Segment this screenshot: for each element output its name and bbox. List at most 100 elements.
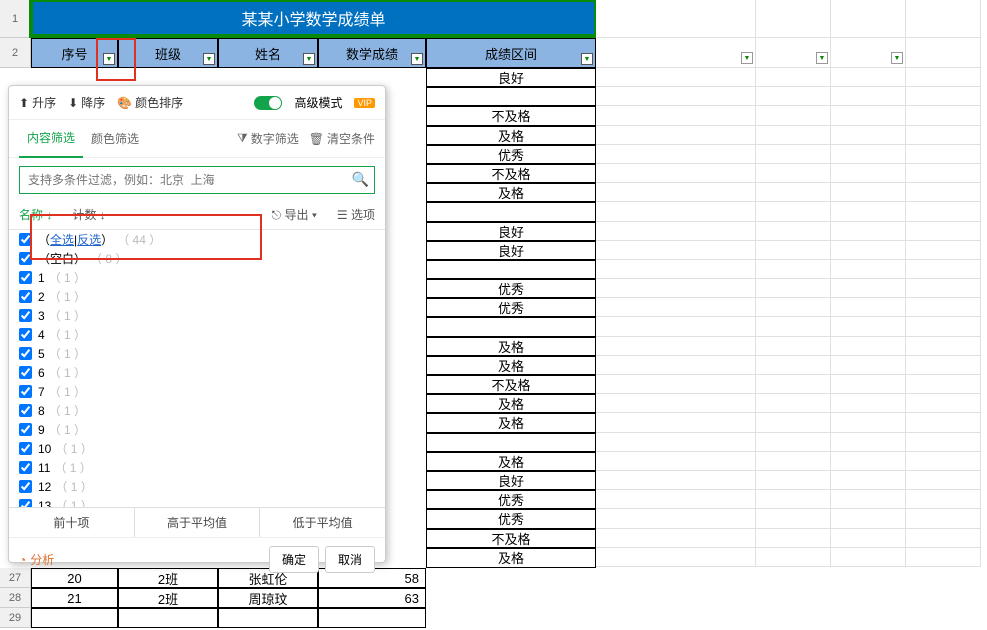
empty-cell[interactable] <box>756 106 831 125</box>
empty-cell[interactable] <box>831 375 906 394</box>
checkbox[interactable] <box>19 480 32 493</box>
cell[interactable] <box>318 608 426 628</box>
cell-grade[interactable] <box>426 202 596 221</box>
empty-cell[interactable] <box>756 183 831 202</box>
cell-grade[interactable]: 及格 <box>426 356 596 375</box>
empty-cell[interactable] <box>596 433 756 452</box>
cell-grade[interactable]: 优秀 <box>426 509 596 528</box>
empty-cell[interactable] <box>596 413 756 432</box>
empty-cell[interactable] <box>596 548 756 567</box>
empty-cell[interactable] <box>831 433 906 452</box>
empty-cell[interactable] <box>756 509 831 528</box>
filter-dropdown-icon[interactable]: ▼ <box>103 53 115 65</box>
empty-cell[interactable] <box>596 394 756 413</box>
checkbox[interactable] <box>19 252 32 265</box>
title-cell[interactable]: 某某小学数学成绩单 <box>31 0 596 36</box>
cell-grade[interactable]: 及格 <box>426 394 596 413</box>
cell-grade[interactable]: 优秀 <box>426 145 596 164</box>
empty-cell[interactable] <box>906 260 981 279</box>
empty-cell[interactable] <box>831 337 906 356</box>
empty-cell[interactable] <box>906 106 981 125</box>
filter-dropdown-icon[interactable]: ▼ <box>741 52 753 64</box>
header-name[interactable]: 姓名▼ <box>218 38 318 68</box>
empty-cell[interactable] <box>756 452 831 471</box>
header-range[interactable]: 成绩区间▼ <box>426 38 596 68</box>
cell-grade[interactable]: 良好 <box>426 241 596 260</box>
empty-cell[interactable] <box>906 452 981 471</box>
checkbox[interactable] <box>19 385 32 398</box>
row-header-29[interactable]: 29 <box>0 608 31 628</box>
empty-cell[interactable] <box>756 298 831 317</box>
filter-item[interactable]: 11（ 1 ） <box>9 458 385 477</box>
empty-cell[interactable] <box>831 183 906 202</box>
empty-cell[interactable] <box>831 317 906 336</box>
cell-grade[interactable] <box>426 260 596 279</box>
empty-cell[interactable] <box>906 337 981 356</box>
empty-cell[interactable] <box>756 375 831 394</box>
filter-search-input[interactable] <box>19 166 375 194</box>
empty-cell[interactable] <box>831 164 906 183</box>
empty-cell[interactable] <box>596 183 756 202</box>
clear-filter-button[interactable]: 🗑清空条件 <box>309 130 375 147</box>
empty-cell[interactable] <box>596 260 756 279</box>
empty-cell[interactable] <box>906 298 981 317</box>
empty-cell[interactable] <box>596 490 756 509</box>
filter-dropdown-icon[interactable]: ▼ <box>303 53 315 65</box>
filter-item-blank[interactable]: （空白） （ 8 ） <box>9 249 385 268</box>
filter-item[interactable]: 2（ 1 ） <box>9 287 385 306</box>
sort-desc-button[interactable]: ⬇降序 <box>68 94 105 111</box>
empty-cell[interactable] <box>831 452 906 471</box>
empty-cell[interactable] <box>831 0 906 38</box>
empty-cell[interactable] <box>596 529 756 548</box>
quick-top10-button[interactable]: 前十项 <box>9 508 135 537</box>
empty-cell[interactable]: ▼ <box>831 38 906 68</box>
empty-cell[interactable] <box>906 529 981 548</box>
ok-button[interactable]: 确定 <box>269 546 319 573</box>
empty-cell[interactable] <box>596 126 756 145</box>
empty-cell[interactable]: ▼ <box>596 38 756 68</box>
cell-grade[interactable]: 不及格 <box>426 106 596 125</box>
empty-cell[interactable] <box>831 298 906 317</box>
empty-cell[interactable] <box>906 87 981 106</box>
cell[interactable] <box>31 608 118 628</box>
empty-cell[interactable] <box>756 126 831 145</box>
empty-cell[interactable] <box>906 241 981 260</box>
empty-cell[interactable] <box>596 279 756 298</box>
empty-cell[interactable] <box>756 202 831 221</box>
empty-cell[interactable] <box>906 0 981 38</box>
empty-cell[interactable] <box>596 68 756 87</box>
checkbox[interactable] <box>19 366 32 379</box>
header-seq[interactable]: 序号▼ <box>31 38 118 68</box>
empty-cell[interactable] <box>906 490 981 509</box>
empty-cell[interactable] <box>906 183 981 202</box>
cell-seq[interactable]: 21 <box>31 588 118 608</box>
empty-cell[interactable] <box>756 241 831 260</box>
number-filter-button[interactable]: ⧩数字筛选 <box>237 130 299 147</box>
checkbox[interactable] <box>19 461 32 474</box>
empty-cell[interactable] <box>596 222 756 241</box>
options-button[interactable]: ☰ 选项 <box>337 206 375 223</box>
export-button[interactable]: ⎋ 导出 ▾ <box>272 206 317 223</box>
filter-item[interactable]: 9（ 1 ） <box>9 420 385 439</box>
row-header-28[interactable]: 28 <box>0 588 31 608</box>
empty-cell[interactable] <box>831 202 906 221</box>
filter-item[interactable]: 4（ 1 ） <box>9 325 385 344</box>
empty-cell[interactable] <box>756 0 831 38</box>
empty-cell[interactable] <box>596 375 756 394</box>
cell-grade[interactable]: 及格 <box>426 126 596 145</box>
cell-grade[interactable]: 及格 <box>426 413 596 432</box>
filter-dropdown-icon[interactable]: ▼ <box>411 53 423 65</box>
empty-cell[interactable] <box>596 298 756 317</box>
cell-grade[interactable]: 不及格 <box>426 529 596 548</box>
cell-grade[interactable]: 及格 <box>426 337 596 356</box>
empty-cell[interactable] <box>906 38 981 68</box>
empty-cell[interactable] <box>831 145 906 164</box>
empty-cell[interactable] <box>596 317 756 336</box>
cell-class[interactable]: 2班 <box>118 588 218 608</box>
checkbox[interactable] <box>19 442 32 455</box>
filter-item[interactable]: 10（ 1 ） <box>9 439 385 458</box>
adv-mode-toggle[interactable] <box>254 96 282 110</box>
filter-dropdown-icon[interactable]: ▼ <box>816 52 828 64</box>
checkbox[interactable] <box>19 404 32 417</box>
filter-dropdown-icon[interactable]: ▼ <box>891 52 903 64</box>
